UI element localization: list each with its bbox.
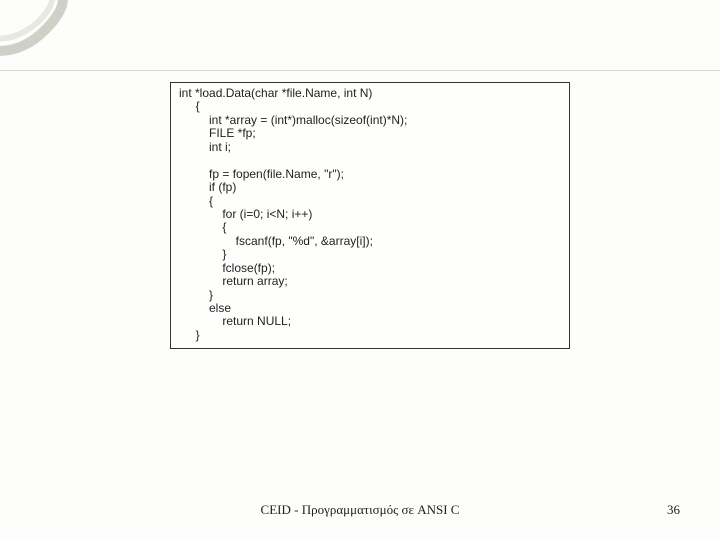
code-line: for (i=0; i<N; i++) — [179, 207, 312, 221]
code-line: { — [179, 220, 226, 234]
code-line: { — [179, 99, 200, 113]
code-line: FILE *fp; — [179, 126, 256, 140]
code-line: fscanf(fp, "%d", &array[i]); — [179, 234, 373, 248]
code-line: { — [179, 194, 213, 208]
code-line: } — [179, 247, 226, 261]
code-listing: int *load.Data(char *file.Name, int N) {… — [179, 87, 561, 342]
code-line: else — [179, 301, 231, 315]
slide-footer: CEID - Προγραμματισμός σε ANSI C 36 — [0, 502, 720, 522]
code-line: } — [179, 328, 200, 342]
header-divider — [0, 70, 720, 71]
code-listing-box: int *load.Data(char *file.Name, int N) {… — [170, 82, 570, 349]
code-line: fclose(fp); — [179, 261, 275, 275]
code-line: return array; — [179, 274, 288, 288]
code-line: int *load.Data(char *file.Name, int N) — [179, 86, 372, 100]
code-line: return NULL; — [179, 314, 291, 328]
footer-text: CEID - Προγραμματισμός σε ANSI C — [261, 502, 460, 518]
page-number: 36 — [667, 502, 680, 518]
code-line: fp = fopen(file.Name, "r"); — [179, 167, 344, 181]
code-line: } — [179, 288, 213, 302]
slide-corner-ornament — [0, 0, 110, 60]
code-line: int *array = (int*)malloc(sizeof(int)*N)… — [179, 113, 407, 127]
code-line: int i; — [179, 140, 231, 154]
code-line: if (fp) — [179, 180, 236, 194]
